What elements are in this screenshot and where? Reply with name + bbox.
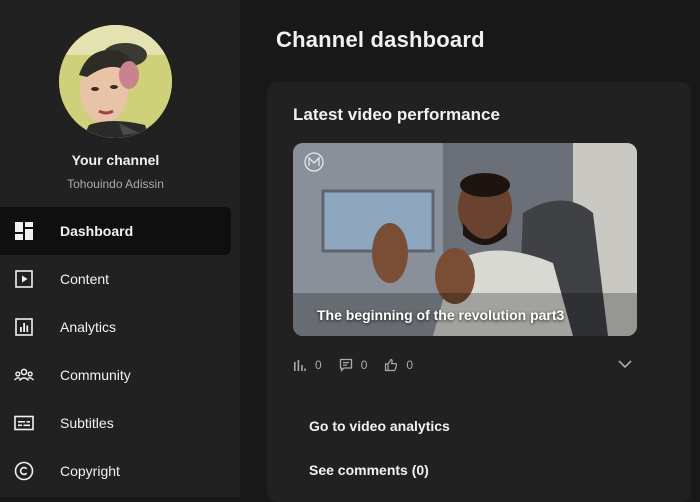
video-thumbnail[interactable]: The beginning of the revolution part3 <box>293 143 637 336</box>
comments-count: 0 <box>360 358 368 372</box>
sidebar-item-label: Dashboard <box>60 223 134 239</box>
content-icon <box>15 270 33 288</box>
sidebar-item-label: Copyright <box>60 463 120 479</box>
page-title: Channel dashboard <box>276 27 485 52</box>
channel-avatar[interactable] <box>59 25 172 138</box>
views-stat: 0 <box>293 358 322 372</box>
latest-video-card: Latest video performance The beginning o… <box>267 82 691 502</box>
channel-name: Tohouindo Adissin <box>67 177 164 191</box>
subtitles-icon <box>14 415 34 431</box>
views-icon <box>294 360 306 371</box>
see-comments-link[interactable]: See comments (0) <box>309 462 429 478</box>
thumbs-up-icon <box>385 358 398 372</box>
sidebar-item-copyright[interactable]: Copyright <box>0 447 231 495</box>
dashboard-icon <box>15 222 33 240</box>
sidebar: Your channel Tohouindo Adissin Dashboard… <box>0 0 240 497</box>
comments-stat: 0 <box>339 358 368 372</box>
card-title: Latest video performance <box>293 105 500 124</box>
likes-stat: 0 <box>384 358 413 372</box>
copyright-icon <box>14 461 34 481</box>
analytics-icon <box>15 318 33 336</box>
community-icon <box>13 368 35 382</box>
sidebar-item-analytics[interactable]: Analytics <box>0 303 231 351</box>
sidebar-item-subtitles[interactable]: Subtitles <box>0 399 231 447</box>
sidebar-item-label: Content <box>60 271 110 287</box>
sidebar-item-content[interactable]: Content <box>0 255 231 303</box>
main-content: Channel dashboard Latest video performan… <box>240 0 700 502</box>
sidebar-item-dashboard[interactable]: Dashboard <box>0 207 231 255</box>
sidebar-item-label: Subtitles <box>60 415 114 431</box>
channel-title: Your channel <box>71 152 160 168</box>
video-stats: 0 0 0 <box>293 356 430 374</box>
video-analytics-link[interactable]: Go to video analytics <box>309 418 450 434</box>
sidebar-item-community[interactable]: Community <box>0 351 231 399</box>
comment-icon <box>339 358 352 372</box>
chevron-down-icon[interactable] <box>617 356 633 372</box>
watermark-logo-icon <box>304 152 324 172</box>
sidebar-item-label: Community <box>60 367 131 383</box>
sidebar-nav: Dashboard Content Analytics Community Su… <box>0 207 231 495</box>
views-count: 0 <box>315 358 322 372</box>
video-title[interactable]: The beginning of the revolution part3 <box>317 307 564 323</box>
likes-count: 0 <box>406 358 414 372</box>
sidebar-item-label: Analytics <box>60 319 117 335</box>
